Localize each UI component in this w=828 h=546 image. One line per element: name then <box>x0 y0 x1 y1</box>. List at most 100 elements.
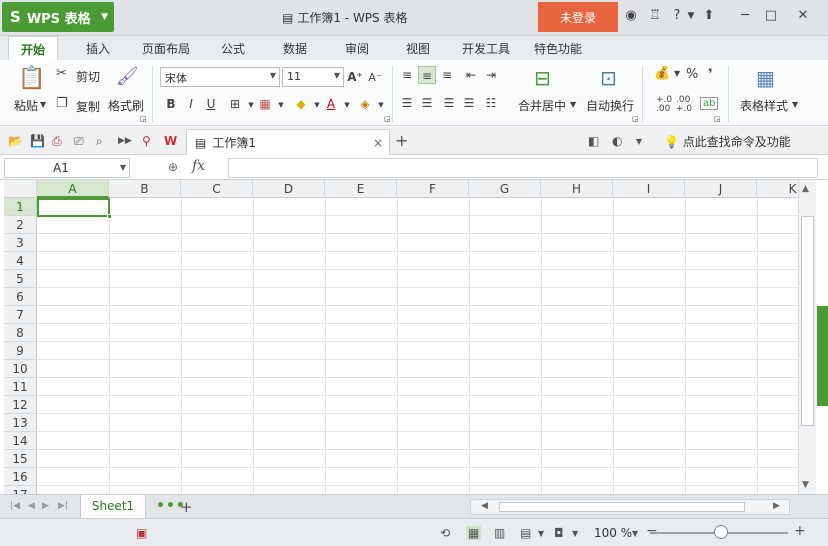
protect-icon[interactable]: ⟲ <box>440 526 450 540</box>
clear-format-dropdown-icon[interactable]: ▼ <box>372 96 390 114</box>
print-preview-icon[interactable]: ⌕ <box>96 134 103 149</box>
auto-wrap-button[interactable]: 自动换行 <box>586 97 634 114</box>
fill-handle[interactable] <box>107 214 112 219</box>
print-icon[interactable]: ⎚ <box>74 134 84 149</box>
skin-icon[interactable]: ◉ <box>622 8 640 23</box>
column-header[interactable]: E <box>325 180 397 198</box>
zoom-in-icon[interactable]: + <box>794 523 806 539</box>
row-header[interactable]: 14 <box>4 432 37 450</box>
row-header[interactable]: 3 <box>4 234 37 252</box>
align-top-icon[interactable]: ≡ <box>398 66 416 84</box>
merge-center-button[interactable]: 合并居中 <box>518 97 566 114</box>
last-sheet-icon[interactable]: ▶| <box>58 501 68 511</box>
font-color-dropdown-icon[interactable]: ▼ <box>338 96 356 114</box>
prev-sheet-icon[interactable]: ◀ <box>28 501 35 511</box>
sheet-grid[interactable]: ABCDEFGHIJK 1234567891011121314151617 <box>4 180 798 494</box>
column-header[interactable]: A <box>37 180 109 198</box>
align-middle-icon[interactable]: ≡ <box>418 66 436 84</box>
side-panel-toggle[interactable] <box>817 306 828 406</box>
zoom-dropdown-icon[interactable]: ▼ <box>632 529 638 538</box>
upload-icon[interactable]: ⬆ <box>700 8 718 23</box>
tab-developer[interactable]: 开发工具 <box>462 40 510 57</box>
tab-review[interactable]: 审阅 <box>345 40 369 57</box>
zoom-slider-handle[interactable] <box>714 525 728 539</box>
horizontal-scrollbar[interactable]: ◀ ▶ <box>470 499 790 515</box>
table-style-button[interactable]: 表格样式 <box>740 97 788 114</box>
column-header[interactable]: H <box>541 180 613 198</box>
row-header[interactable]: 8 <box>4 324 37 342</box>
normal-view-icon[interactable]: ▦ <box>466 526 482 540</box>
currency-dropdown-icon[interactable]: ▼ <box>674 69 680 78</box>
fx-button[interactable]: fx <box>192 158 205 174</box>
formula-input[interactable] <box>228 158 818 178</box>
increase-decimal-button[interactable]: +.0.00 <box>656 96 672 114</box>
export-pdf-icon[interactable]: ⎙ <box>52 134 62 149</box>
save-icon[interactable]: 💾 <box>30 134 45 148</box>
first-sheet-icon[interactable]: |◀ <box>10 501 20 511</box>
vertical-scrollbar[interactable]: ▲ ▼ <box>798 180 816 494</box>
paste-icon[interactable]: 📋 <box>18 66 45 91</box>
open-folder-icon[interactable]: 📂 <box>8 134 23 148</box>
name-box[interactable]: A1 ▼ <box>4 158 130 178</box>
shirt-icon[interactable]: ♖ <box>646 8 664 23</box>
copy-button[interactable]: 复制 <box>76 98 100 115</box>
tab-data[interactable]: 数据 <box>283 40 307 57</box>
next-sheet-icon[interactable]: ▶ <box>42 501 49 511</box>
font-name-select[interactable]: 宋体 ▼ <box>160 67 280 87</box>
row-header[interactable]: 10 <box>4 360 37 378</box>
column-header[interactable]: K <box>757 180 798 198</box>
scissors-icon[interactable]: ✂ <box>56 66 67 81</box>
help-dropdown-icon[interactable]: ▼ <box>682 11 700 21</box>
tab-formula[interactable]: 公式 <box>221 40 245 57</box>
minimize-button[interactable]: ─ <box>736 8 754 23</box>
reading-mode-icon[interactable]: ◘ <box>554 526 564 540</box>
login-button[interactable]: 未登录 <box>538 2 618 32</box>
column-header[interactable]: B <box>109 180 181 198</box>
cloud-icon[interactable]: ◐ <box>612 134 622 148</box>
row-header[interactable]: 9 <box>4 342 37 360</box>
row-header[interactable]: 4 <box>4 252 37 270</box>
more-icon[interactable]: ▶▶ <box>118 136 132 146</box>
format-painter-button[interactable]: 格式刷 <box>108 97 144 114</box>
window-icon[interactable]: ▾ <box>636 134 642 148</box>
select-all-corner[interactable] <box>4 180 37 198</box>
active-cell[interactable] <box>37 198 112 219</box>
cut-button[interactable]: 剪切 <box>76 68 100 85</box>
customize-icon[interactable]: ⚲ <box>142 134 151 148</box>
row-header[interactable]: 13 <box>4 414 37 432</box>
bold-button[interactable]: B <box>162 95 180 113</box>
fill-pattern-dropdown-icon[interactable]: ▼ <box>272 96 290 114</box>
clipboard-launcher-icon[interactable]: ◲ <box>140 115 147 123</box>
decrease-decimal-button[interactable]: .00 +.0 <box>676 96 692 114</box>
scroll-left-icon[interactable]: ◀ <box>481 501 488 511</box>
column-header[interactable]: D <box>253 180 325 198</box>
number-launcher-icon[interactable]: ◲ <box>714 115 721 123</box>
column-header[interactable]: F <box>397 180 469 198</box>
paste-dropdown-icon[interactable]: ▼ <box>40 100 46 109</box>
row-header[interactable]: 15 <box>4 450 37 468</box>
shrink-font-icon[interactable]: A⁻ <box>366 69 384 87</box>
close-icon[interactable]: × <box>373 136 383 150</box>
row-header[interactable]: 6 <box>4 288 37 306</box>
table-style-dropdown-icon[interactable]: ▼ <box>792 100 798 109</box>
sheet-tab[interactable]: Sheet1 <box>80 495 146 519</box>
zoom-out-icon[interactable]: − <box>646 523 658 539</box>
tab-insert[interactable]: 插入 <box>86 40 110 57</box>
distribute-icon[interactable]: ☷ <box>482 94 500 112</box>
zoom-level[interactable]: 100 % <box>594 526 632 540</box>
italic-button[interactable]: I <box>182 95 200 113</box>
percent-button[interactable]: % <box>686 67 698 82</box>
merge-dropdown-icon[interactable]: ▼ <box>570 100 576 109</box>
column-header[interactable]: I <box>613 180 685 198</box>
wps-w-icon[interactable]: W <box>164 134 177 148</box>
maximize-button[interactable]: □ <box>762 8 780 23</box>
tab-special[interactable]: 特色功能 <box>534 40 582 57</box>
alignment-launcher-icon[interactable]: ◲ <box>632 115 639 123</box>
add-sheet-button[interactable]: + <box>180 498 193 516</box>
justify-icon[interactable]: ☰ <box>460 94 478 112</box>
page-layout-view-icon[interactable]: ▤ <box>520 526 531 540</box>
row-header[interactable]: 17 <box>4 486 37 494</box>
view-dropdown-icon[interactable]: ▼ <box>538 529 544 538</box>
tab-home[interactable]: 开始 <box>8 36 59 60</box>
font-launcher-icon[interactable]: ◲ <box>384 115 391 123</box>
